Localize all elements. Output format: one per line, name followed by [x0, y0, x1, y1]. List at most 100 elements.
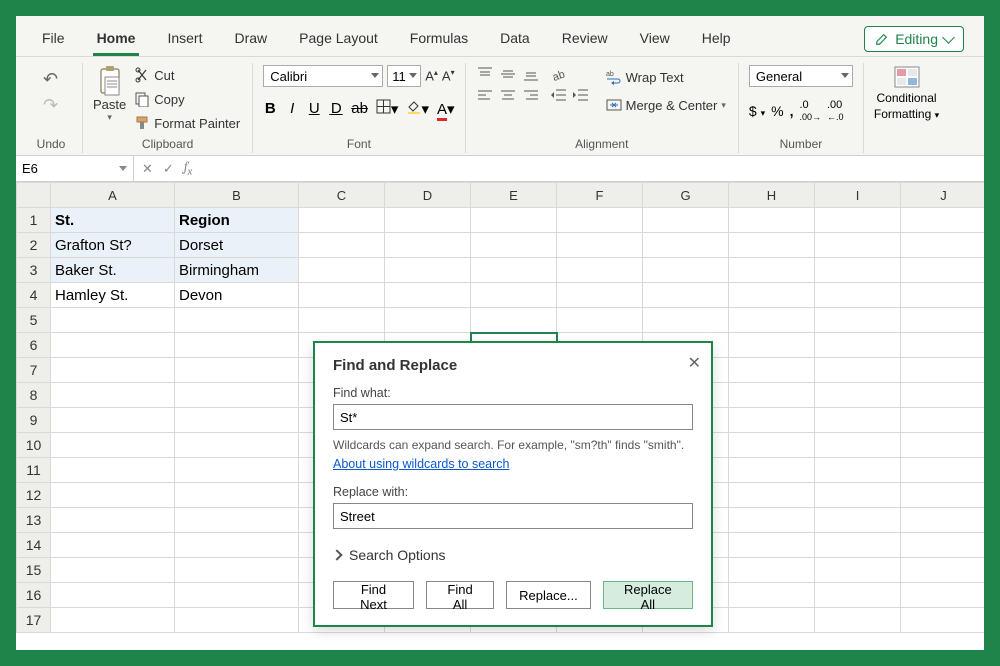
comma-icon[interactable]: ,: [790, 103, 794, 119]
cell[interactable]: [175, 458, 299, 483]
formula-input[interactable]: [200, 156, 984, 181]
cell[interactable]: [901, 358, 985, 383]
cell[interactable]: [815, 333, 901, 358]
fx-icon[interactable]: fx: [184, 160, 193, 178]
cell[interactable]: [901, 608, 985, 633]
replace-with-input[interactable]: [333, 503, 693, 529]
align-right-icon[interactable]: [522, 86, 540, 104]
cell-B1[interactable]: Region: [175, 208, 299, 233]
cell[interactable]: [175, 333, 299, 358]
row-header-2[interactable]: 2: [17, 233, 51, 258]
cell[interactable]: [175, 358, 299, 383]
cell[interactable]: [175, 608, 299, 633]
find-next-button[interactable]: Find Next: [333, 581, 414, 609]
fill-color-button[interactable]: ▾: [406, 99, 429, 118]
cell[interactable]: [51, 433, 175, 458]
cell[interactable]: [175, 558, 299, 583]
cell[interactable]: [729, 308, 815, 333]
row-header-6[interactable]: 6: [17, 333, 51, 358]
cell[interactable]: [385, 308, 471, 333]
cell[interactable]: [51, 608, 175, 633]
row-header-13[interactable]: 13: [17, 508, 51, 533]
cell[interactable]: [299, 208, 385, 233]
cell[interactable]: [729, 208, 815, 233]
col-header-G[interactable]: G: [643, 183, 729, 208]
align-top-icon[interactable]: [476, 65, 494, 83]
close-icon[interactable]: ✕: [688, 353, 701, 373]
enter-formula-icon[interactable]: ✓: [163, 161, 174, 177]
cell-A2[interactable]: Grafton St?: [51, 233, 175, 258]
find-what-input[interactable]: [333, 404, 693, 430]
align-bottom-icon[interactable]: [522, 65, 540, 83]
cell[interactable]: [729, 583, 815, 608]
cell[interactable]: [901, 308, 985, 333]
cell[interactable]: [51, 508, 175, 533]
cell[interactable]: [901, 233, 985, 258]
cell[interactable]: [51, 558, 175, 583]
tab-data[interactable]: Data: [484, 22, 546, 56]
cell[interactable]: [557, 208, 643, 233]
cell[interactable]: [729, 508, 815, 533]
cell[interactable]: [729, 233, 815, 258]
cell[interactable]: [471, 308, 557, 333]
cell-A4[interactable]: Hamley St.: [51, 283, 175, 308]
cell[interactable]: [901, 483, 985, 508]
conditional-formatting-button[interactable]: Conditional Formatting ▾: [874, 65, 939, 121]
cell-B4[interactable]: Devon: [175, 283, 299, 308]
col-header-I[interactable]: I: [815, 183, 901, 208]
cell[interactable]: [901, 408, 985, 433]
tab-page-layout[interactable]: Page Layout: [283, 22, 394, 56]
cell[interactable]: [299, 308, 385, 333]
cell[interactable]: [901, 533, 985, 558]
cell-A1[interactable]: St.: [51, 208, 175, 233]
cell[interactable]: [557, 258, 643, 283]
wildcard-help-link[interactable]: About using wildcards to search: [333, 457, 509, 471]
search-options-toggle[interactable]: Search Options: [333, 547, 693, 563]
cell[interactable]: [815, 508, 901, 533]
cell[interactable]: [729, 483, 815, 508]
cell[interactable]: [901, 333, 985, 358]
cell[interactable]: [815, 208, 901, 233]
cell[interactable]: [815, 408, 901, 433]
cell[interactable]: [385, 283, 471, 308]
col-header-C[interactable]: C: [299, 183, 385, 208]
align-middle-icon[interactable]: [499, 65, 517, 83]
cell[interactable]: [901, 558, 985, 583]
row-header-4[interactable]: 4: [17, 283, 51, 308]
cell[interactable]: [299, 233, 385, 258]
align-left-icon[interactable]: [476, 86, 494, 104]
cell[interactable]: [385, 258, 471, 283]
merge-center-button[interactable]: Merge & Center ▾: [604, 95, 728, 115]
increase-decimal-icon[interactable]: .0.00→: [799, 99, 821, 123]
cell[interactable]: [557, 308, 643, 333]
find-all-button[interactable]: Find All: [426, 581, 494, 609]
number-format-select[interactable]: [749, 65, 853, 87]
cell[interactable]: [901, 508, 985, 533]
editing-mode-button[interactable]: Editing: [864, 26, 964, 52]
row-header-9[interactable]: 9: [17, 408, 51, 433]
cell[interactable]: [901, 258, 985, 283]
decrease-decimal-icon[interactable]: .00←.0: [827, 99, 844, 123]
row-header-1[interactable]: 1: [17, 208, 51, 233]
cell[interactable]: [51, 333, 175, 358]
cell[interactable]: [643, 233, 729, 258]
cell[interactable]: [901, 283, 985, 308]
orientation-icon[interactable]: ab: [550, 65, 568, 83]
cell[interactable]: [51, 533, 175, 558]
tab-home[interactable]: Home: [81, 22, 152, 56]
replace-all-button[interactable]: Replace All: [603, 581, 693, 609]
paste-button[interactable]: Paste ▾: [93, 65, 126, 123]
redo-icon[interactable]: ↷: [43, 95, 59, 111]
font-color-button[interactable]: A▾: [437, 100, 455, 118]
cell[interactable]: [815, 258, 901, 283]
cell[interactable]: [175, 533, 299, 558]
cell[interactable]: [299, 283, 385, 308]
cell[interactable]: [51, 483, 175, 508]
cell[interactable]: [815, 233, 901, 258]
increase-font-icon[interactable]: A▴: [425, 68, 438, 83]
row-header-15[interactable]: 15: [17, 558, 51, 583]
tab-review[interactable]: Review: [546, 22, 624, 56]
cell[interactable]: [815, 533, 901, 558]
wrap-text-button[interactable]: ab Wrap Text: [604, 67, 728, 87]
cell[interactable]: [643, 258, 729, 283]
